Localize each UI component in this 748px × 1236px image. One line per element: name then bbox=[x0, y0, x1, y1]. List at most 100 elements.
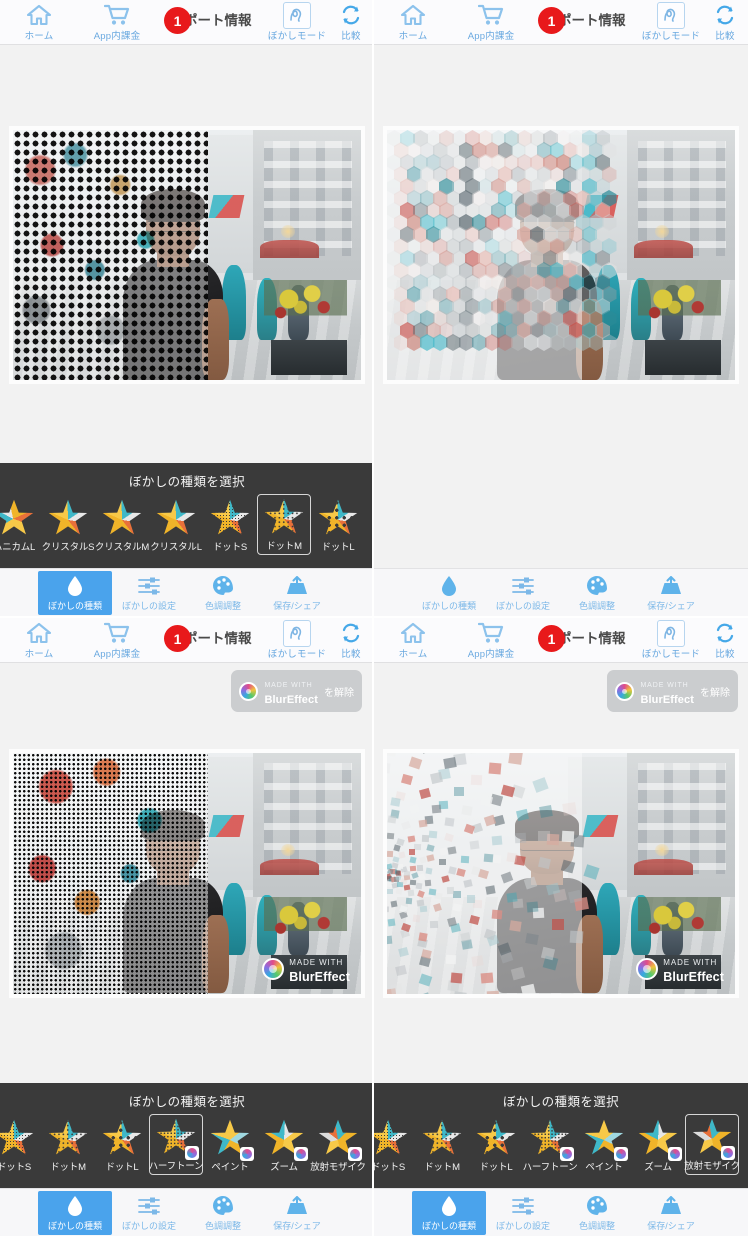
blur-type-label: ハニカムL bbox=[0, 542, 36, 553]
toolbar-home-button[interactable]: ホーム bbox=[0, 0, 78, 42]
bottom-tabbar-4[interactable]: ぼかしの種類 ぼかしの設定 色調調整 保存/シェア bbox=[374, 1188, 748, 1236]
blureffect-logo-icon bbox=[636, 957, 659, 980]
toolbar-compare-button[interactable]: 比較 bbox=[702, 618, 748, 660]
image-stage-1[interactable] bbox=[0, 45, 372, 465]
blur-type-item[interactable]: ドットL bbox=[469, 1116, 523, 1175]
tab-color-adjust[interactable]: 色調調整 bbox=[560, 571, 634, 615]
blur-type-item[interactable]: ドットS bbox=[0, 1116, 41, 1175]
toolbar-support-button[interactable]: 1 サポート情報 bbox=[156, 618, 266, 652]
toolbar-blur-mode-button[interactable]: ぼかしモード bbox=[640, 0, 702, 42]
blur-type-item[interactable]: ズーム bbox=[257, 1116, 311, 1175]
blur-type-item-selected[interactable]: ドットM bbox=[257, 494, 311, 555]
blur-type-list-4[interactable]: ドットS ドットM ドットL ハーフトーン ペイント ズーム 放射モザイク bbox=[374, 1110, 748, 1175]
blur-type-item[interactable]: ペイント bbox=[203, 1116, 257, 1175]
toolbar-support-button[interactable]: 1 サポート情報 bbox=[530, 618, 640, 652]
blur-type-item[interactable]: ドットL bbox=[311, 496, 365, 555]
image-stage-3[interactable]: MADE WITH BlurEffect bbox=[0, 663, 372, 1083]
tab-label: 色調調整 bbox=[204, 600, 241, 611]
toolbar-compare-button[interactable]: 比較 bbox=[328, 618, 372, 660]
bottom-tabbar-3[interactable]: ぼかしの種類 ぼかしの設定 色調調整 保存/シェア bbox=[0, 1188, 372, 1236]
screenshot-grid: ホーム App内課金 1 サポート情報 ぼかしモード 比較 ぼかしの種類を選択 … bbox=[0, 0, 748, 1236]
blur-type-item[interactable]: 放射モザイク bbox=[310, 1116, 366, 1175]
toolbar-iap-button[interactable]: App内課金 bbox=[452, 618, 530, 660]
unlock-action-label[interactable]: を解除 bbox=[700, 684, 730, 699]
image-stage-2[interactable] bbox=[374, 45, 748, 465]
tab-color-adjust[interactable]: 色調調整 bbox=[560, 1191, 634, 1235]
blur-type-item[interactable]: ドットM bbox=[415, 1116, 469, 1175]
toolbar-blur-mode-button[interactable]: ぼかしモード bbox=[266, 0, 328, 42]
tab-blur-type[interactable]: ぼかしの種類 bbox=[38, 570, 112, 615]
blur-type-item[interactable]: クリスタルM bbox=[95, 496, 149, 555]
toolbar-home-button[interactable]: ホーム bbox=[374, 618, 452, 660]
tab-blur-type[interactable]: ぼかしの種類 bbox=[412, 571, 486, 615]
blur-type-list-3[interactable]: ドットS ドットM ドットL ハーフトーン ペイント ズーム 放射モザイク bbox=[0, 1110, 372, 1175]
tab-color-adjust[interactable]: 色調調整 bbox=[186, 571, 260, 615]
home-icon bbox=[401, 621, 425, 645]
blur-type-list-1[interactable]: ハニカムL クリスタルS クリスタルM クリスタルL ドットS bbox=[0, 490, 372, 555]
blur-type-item[interactable]: ハーフトーン bbox=[523, 1116, 578, 1175]
tab-blur-settings[interactable]: ぼかしの設定 bbox=[112, 571, 186, 615]
blureffect-logo-icon bbox=[615, 681, 635, 701]
blur-type-label: ズーム bbox=[270, 1162, 298, 1173]
cart-icon bbox=[104, 3, 130, 27]
tab-save-share[interactable]: 保存/シェア bbox=[260, 1191, 334, 1235]
toolbar-home-button[interactable]: ホーム bbox=[374, 0, 452, 42]
blur-type-item-selected[interactable]: ハーフトーン bbox=[149, 1114, 204, 1175]
blur-type-item[interactable]: ドットS bbox=[203, 496, 257, 555]
blur-type-label: ドットM bbox=[50, 1162, 86, 1173]
toolbar-support-button[interactable]: 1 サポート情報 bbox=[530, 0, 640, 34]
tab-blur-settings[interactable]: ぼかしの設定 bbox=[486, 571, 560, 615]
toolbar-blur-mode-button[interactable]: ぼかしモード bbox=[266, 618, 328, 660]
top-toolbar: ホーム App内課金 1 サポート情報 ぼかしモード 比較 bbox=[0, 618, 372, 663]
blur-type-item[interactable]: ズーム bbox=[631, 1116, 685, 1175]
blur-overlay-dot-m bbox=[13, 130, 208, 380]
edited-photo-2[interactable] bbox=[383, 126, 739, 384]
tab-blur-settings[interactable]: ぼかしの設定 bbox=[486, 1191, 560, 1235]
tab-save-share[interactable]: 保存/シェア bbox=[634, 1191, 708, 1235]
dot-s-star-icon bbox=[374, 1119, 408, 1155]
blur-type-item[interactable]: ハニカムL bbox=[0, 496, 41, 555]
palette-icon bbox=[586, 574, 608, 598]
honeycomb-star-icon bbox=[0, 499, 34, 535]
toolbar-home-button[interactable]: ホーム bbox=[0, 618, 78, 660]
bottom-tabbar-1[interactable]: ぼかしの種類 ぼかしの設定 色調調整 保存/シェア bbox=[0, 568, 372, 616]
tab-save-share[interactable]: 保存/シェア bbox=[634, 571, 708, 615]
blur-type-item[interactable]: ドットL bbox=[95, 1116, 149, 1175]
toolbar-iap-button[interactable]: App内課金 bbox=[452, 0, 530, 42]
top-toolbar: ホーム App内課金 1 サポート情報 ぼかしモード 比較 bbox=[0, 0, 372, 45]
blur-type-item[interactable]: クリスタルS bbox=[41, 496, 95, 555]
blur-type-item[interactable]: ドットM bbox=[41, 1116, 95, 1175]
toolbar-iap-button[interactable]: App内課金 bbox=[78, 0, 156, 42]
toolbar-iap-button[interactable]: App内課金 bbox=[78, 618, 156, 660]
unlock-watermark-banner[interactable]: MADE WITH BlurEffect を解除 bbox=[231, 670, 362, 712]
toolbar-compare-button[interactable]: 比較 bbox=[328, 0, 372, 42]
tab-color-adjust[interactable]: 色調調整 bbox=[186, 1191, 260, 1235]
blur-type-item[interactable]: ペイント bbox=[577, 1116, 631, 1175]
blur-type-item[interactable]: クリスタルL bbox=[149, 496, 203, 555]
tab-blur-settings[interactable]: ぼかしの設定 bbox=[112, 1191, 186, 1235]
tab-save-share[interactable]: 保存/シェア bbox=[260, 571, 334, 615]
tab-blur-type[interactable]: ぼかしの種類 bbox=[38, 1190, 112, 1235]
watermark-made-with: MADE WITH bbox=[289, 957, 344, 967]
top-toolbar: ホーム App内課金 1 サポート情報 ぼかしモード 比較 bbox=[374, 0, 748, 45]
bottom-tabbar-2[interactable]: ぼかしの種類 ぼかしの設定 色調調整 保存/シェア bbox=[374, 568, 748, 616]
blur-overlay-radial-mosaic bbox=[387, 752, 600, 994]
blur-type-item-selected[interactable]: 放射モザイク bbox=[684, 1114, 740, 1175]
tab-label: 色調調整 bbox=[204, 1220, 241, 1231]
unlock-action-label[interactable]: を解除 bbox=[324, 684, 354, 699]
tab-blur-type[interactable]: ぼかしの種類 bbox=[412, 1190, 486, 1235]
watermark-brand: BlurEffect bbox=[663, 969, 724, 984]
unlock-watermark-banner[interactable]: MADE WITH BlurEffect を解除 bbox=[607, 670, 738, 712]
edited-photo-1[interactable] bbox=[9, 126, 365, 384]
palette-icon bbox=[212, 574, 234, 598]
edited-photo-4[interactable]: MADE WITH BlurEffect bbox=[383, 748, 739, 998]
toolbar-blur-mode-label: ぼかしモード bbox=[641, 31, 701, 42]
panel-3: ホーム App内課金 1 サポート情報 ぼかしモード 比較 MADE WITH … bbox=[0, 618, 374, 1236]
toolbar-blur-mode-button[interactable]: ぼかしモード bbox=[640, 618, 702, 660]
crystal-star-icon bbox=[102, 499, 142, 535]
edited-photo-3[interactable]: MADE WITH BlurEffect bbox=[9, 748, 365, 998]
toolbar-support-button[interactable]: 1 サポート情報 bbox=[156, 0, 266, 34]
image-stage-4[interactable]: MADE WITH BlurEffect bbox=[374, 663, 748, 1083]
toolbar-compare-button[interactable]: 比較 bbox=[702, 0, 748, 42]
blur-type-item[interactable]: ドットS bbox=[374, 1116, 415, 1175]
